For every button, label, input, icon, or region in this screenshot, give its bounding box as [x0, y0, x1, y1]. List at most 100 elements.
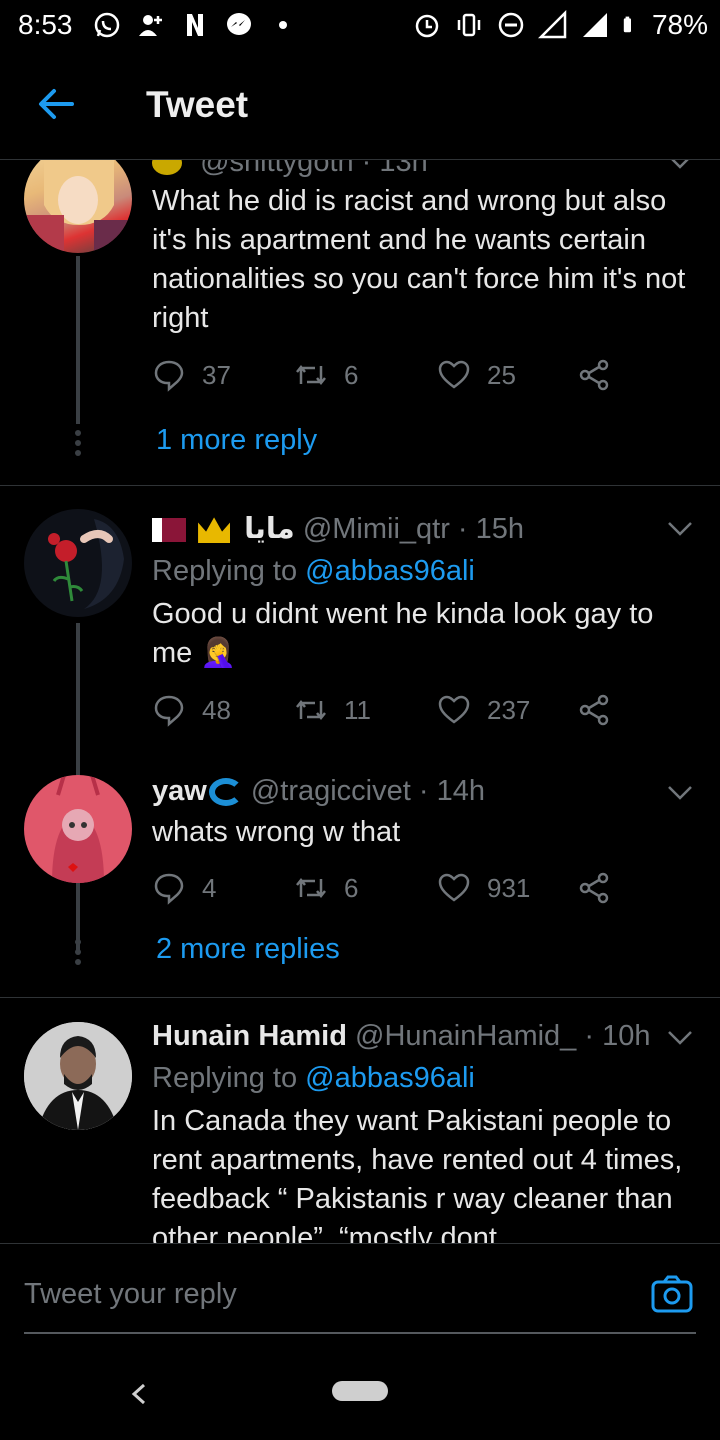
like-button[interactable]: 237: [437, 693, 530, 727]
share-icon: [579, 872, 609, 904]
chevron-down-icon[interactable]: [666, 519, 694, 539]
handle-time: @shittygoth · 13h: [200, 160, 428, 178]
signal-icon: [537, 10, 567, 39]
like-button[interactable]: 25: [437, 358, 516, 392]
like-count: 25: [487, 359, 516, 390]
add-person-icon: [139, 15, 162, 36]
thread-line: [76, 256, 80, 424]
share-button[interactable]: [577, 871, 627, 905]
camera-icon[interactable]: [650, 1274, 694, 1314]
messenger-icon: [227, 13, 251, 35]
portrait-avatar-icon: [24, 1022, 132, 1130]
retweet-button[interactable]: 11: [294, 693, 371, 727]
divider: [0, 485, 720, 486]
input-underline: [24, 1332, 696, 1334]
top-app-bar: Tweet: [0, 50, 720, 160]
anime-avatar-icon: [24, 160, 132, 253]
reply-icon: [154, 360, 184, 392]
replying-prefix: Replying to: [152, 555, 298, 587]
tweet-hunainhamid[interactable]: Hunain Hamid @HunainHamid_ · 10h Replyin…: [0, 1020, 720, 1243]
tweet-meta: yaw @tragiccivet · 14h: [152, 775, 485, 808]
page-title: Tweet: [146, 84, 249, 125]
like-button[interactable]: 931: [437, 871, 530, 905]
reply-button[interactable]: 4: [152, 871, 216, 905]
reply-count: 48: [202, 694, 231, 725]
tweet-text: whats wrong w that: [152, 816, 401, 848]
system-icons: 78%: [412, 8, 708, 42]
rose-avatar-icon: [48, 519, 124, 609]
share-icon: [579, 694, 609, 726]
display-name: yaw: [152, 775, 207, 807]
wave-emoji-icon: [208, 778, 243, 807]
system-nav-bar: [0, 1353, 720, 1440]
facepalm-emoji: 🤦‍♀️: [200, 637, 237, 669]
replying-to: Replying to @abbas96ali: [152, 555, 475, 588]
reply-count: 4: [202, 872, 217, 903]
dnd-icon: [498, 12, 524, 38]
reply-button[interactable]: 48: [152, 693, 231, 727]
netflix-icon: [187, 14, 203, 36]
vibrate-icon: [457, 13, 481, 37]
reply-icon: [154, 695, 184, 727]
tweet-shittygoth[interactable]: @shittygoth · 13h What he did is racist …: [0, 160, 720, 485]
qatar-flag-icon: [152, 518, 186, 543]
display-name: Hunain Hamid: [152, 1020, 347, 1052]
character-avatar-icon: [52, 775, 104, 883]
tweet-reply-input[interactable]: [24, 1272, 624, 1316]
avatar[interactable]: [24, 509, 132, 617]
tweet-text: What he did is racist and wrong but also…: [152, 185, 686, 334]
handle-time: @HunainHamid_ · 10h: [355, 1020, 651, 1052]
thread-dots: [74, 430, 82, 460]
heart-icon: [438, 873, 470, 902]
retweet-button[interactable]: 6: [294, 358, 358, 392]
replying-handle-link[interactable]: @abbas96ali: [305, 555, 475, 587]
nav-back-icon[interactable]: [124, 1377, 154, 1411]
reply-count: 37: [202, 359, 231, 390]
replying-handle-link[interactable]: @abbas96ali: [305, 1062, 475, 1094]
handle-time: @Mimii_qtr · 15h: [302, 513, 525, 545]
chevron-down-icon[interactable]: [666, 160, 694, 172]
tweet-text: In Canada they want Pakistani people to …: [152, 1105, 683, 1243]
chevron-down-icon[interactable]: [666, 1028, 694, 1048]
reply-icon: [154, 873, 184, 905]
whatsapp-icon: [94, 12, 120, 38]
tweet-meta: @shittygoth · 13h: [152, 160, 428, 179]
reply-composer: [0, 1243, 720, 1353]
like-count: 237: [487, 694, 531, 725]
more-replies-link[interactable]: 2 more replies: [156, 933, 340, 966]
chevron-down-icon[interactable]: [666, 783, 694, 803]
share-button[interactable]: [577, 693, 627, 727]
verified-emoji-icon: [152, 160, 182, 176]
nav-home-pill[interactable]: [332, 1381, 388, 1401]
tweet-meta: Hunain Hamid @HunainHamid_ · 10h: [152, 1020, 650, 1053]
retweet-icon: [296, 699, 326, 721]
battery-icon: [623, 16, 631, 33]
avatar[interactable]: [24, 160, 132, 253]
tweet-meta: مايا @Mimii_qtr · 15h: [152, 511, 524, 546]
tweet-text: Good u didnt went he kinda look gay to m…: [152, 595, 697, 673]
reply-button[interactable]: 37: [152, 358, 231, 392]
tweet-actions: 48 11 237: [152, 693, 622, 733]
tweet-tragiccivet[interactable]: yaw @tragiccivet · 14h whats wrong w that…: [0, 773, 720, 993]
reply-feed: @shittygoth · 13h What he did is racist …: [0, 160, 720, 1243]
retweet-button[interactable]: 6: [294, 871, 358, 905]
like-count: 931: [487, 872, 531, 903]
signal-3g-icon: [582, 13, 607, 37]
crown-emoji-icon: [198, 517, 231, 544]
replying-to: Replying to @abbas96ali: [152, 1062, 475, 1095]
retweet-count: 11: [344, 694, 371, 725]
tweet-actions: 4 6 931: [152, 871, 622, 911]
status-time: 8:53: [18, 9, 73, 40]
dot-icon: [279, 21, 287, 29]
avatar[interactable]: [24, 775, 132, 883]
more-replies-link[interactable]: 1 more reply: [156, 424, 317, 457]
back-arrow-icon[interactable]: [34, 82, 78, 126]
thread-dots: [74, 939, 82, 969]
avatar[interactable]: [24, 1022, 132, 1130]
tweet-actions: 37 6 25: [152, 358, 622, 398]
replying-prefix: Replying to: [152, 1062, 298, 1094]
tweet-mimii-qtr[interactable]: مايا @Mimii_qtr · 15h Replying to @abbas…: [0, 505, 720, 953]
share-icon: [579, 359, 609, 391]
share-button[interactable]: [577, 358, 627, 392]
retweet-count: 6: [344, 872, 359, 903]
